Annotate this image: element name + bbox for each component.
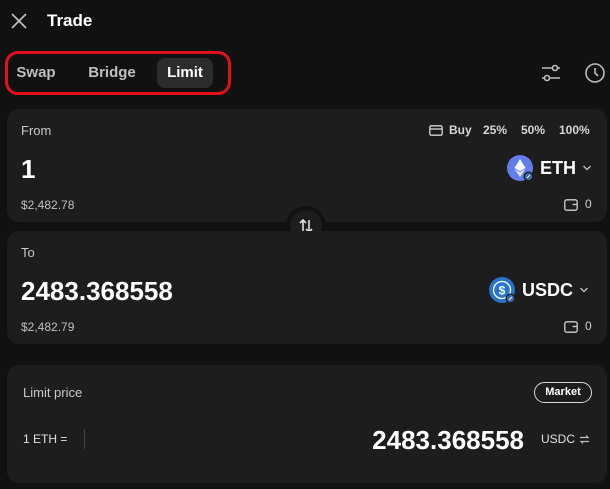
chevron-down-icon xyxy=(583,165,591,171)
limit-price-label: Limit price xyxy=(23,385,83,400)
from-balance-value: 0 xyxy=(585,197,592,211)
pct-50-button[interactable]: 50% xyxy=(521,123,545,137)
from-token-selector[interactable]: ETH xyxy=(506,153,592,183)
svg-text:$: $ xyxy=(499,284,506,298)
sliders-icon[interactable] xyxy=(540,62,562,84)
tab-swap[interactable]: Swap xyxy=(10,58,62,88)
buy-button[interactable]: Buy xyxy=(429,123,472,137)
to-token-symbol: USDC xyxy=(522,279,574,300)
to-usd-value: $2,482.79 xyxy=(21,320,75,334)
close-icon[interactable] xyxy=(9,11,29,31)
to-card: To 2483.368558 $ USDC $2,482.79 0 xyxy=(7,231,607,344)
from-label: From xyxy=(21,123,52,138)
header: Trade xyxy=(0,0,610,44)
buy-label: Buy xyxy=(449,123,472,137)
usdc-icon: $ xyxy=(488,276,516,304)
tab-limit[interactable]: Limit xyxy=(157,58,213,88)
from-balance: 0 xyxy=(564,197,592,211)
wallet-icon xyxy=(564,198,578,211)
to-amount-input[interactable]: 2483.368558 xyxy=(21,276,173,307)
tab-bridge[interactable]: Bridge xyxy=(80,58,144,88)
divider xyxy=(84,429,85,449)
from-token-symbol: ETH xyxy=(540,157,576,178)
limit-quote-toggle[interactable]: USDC xyxy=(541,432,590,446)
limit-quote-symbol: USDC xyxy=(541,432,576,446)
swap-icon xyxy=(579,434,590,444)
market-button[interactable]: Market xyxy=(534,382,592,403)
to-token-selector[interactable]: $ USDC xyxy=(488,275,589,305)
limit-price-input[interactable]: 2483.368558 xyxy=(372,425,524,456)
limit-price-card: Limit price Market 1 ETH = 2483.368558 U… xyxy=(7,365,607,483)
clock-icon[interactable] xyxy=(584,62,606,84)
pct-100-button[interactable]: 100% xyxy=(559,123,590,137)
wallet-icon xyxy=(564,320,578,333)
limit-base-label: 1 ETH = xyxy=(23,432,68,446)
pct-25-button[interactable]: 25% xyxy=(483,123,507,137)
from-usd-value: $2,482.78 xyxy=(21,198,75,212)
to-label: To xyxy=(21,245,35,260)
card-icon xyxy=(429,124,443,136)
eth-icon xyxy=(506,154,534,182)
chevron-down-icon xyxy=(580,287,589,293)
to-balance: 0 xyxy=(564,319,592,333)
to-balance-value: 0 xyxy=(585,319,592,333)
page-title: Trade xyxy=(47,11,93,30)
from-amount-input[interactable]: 1 xyxy=(21,154,35,185)
